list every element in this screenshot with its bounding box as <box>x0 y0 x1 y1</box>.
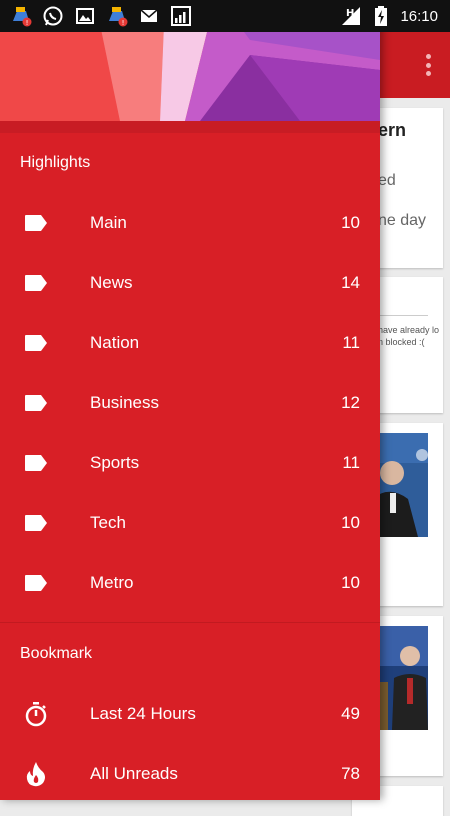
section-divider <box>0 622 380 623</box>
nav-item-count: 14 <box>341 273 360 292</box>
network-type-label: H <box>346 8 354 19</box>
label-icon <box>23 511 49 535</box>
status-bar: ! ! H 16:10 <box>0 0 450 32</box>
svg-text:!: ! <box>26 19 29 27</box>
nav-item-label: Sports <box>90 453 140 472</box>
label-icon <box>23 211 49 235</box>
navigation-drawer: Highlights Main 10 News 14 Nation 11 Bus… <box>0 0 380 800</box>
nav-item-all-unreads[interactable]: All Unreads 78 <box>0 744 380 804</box>
card-text: ed <box>378 172 396 189</box>
nav-item-main[interactable]: Main 10 <box>0 193 380 253</box>
nav-item-label: Nation <box>90 333 140 352</box>
label-icon <box>23 391 49 415</box>
header-edge <box>0 121 380 133</box>
card-title: ern <box>378 120 407 140</box>
news-photo <box>378 433 428 537</box>
nav-item-count: 78 <box>341 764 360 783</box>
label-icon <box>23 271 49 295</box>
nav-item-count: 10 <box>341 573 360 592</box>
nav-item-label: All Unreads <box>90 764 178 783</box>
whatsapp-icon <box>42 5 64 27</box>
cleaner-alert-icon: ! <box>106 5 128 27</box>
nav-item-count: 11 <box>342 333 360 352</box>
status-time: 16:10 <box>400 7 438 25</box>
nav-item-news[interactable]: News 14 <box>0 253 380 313</box>
card-text: have already lo <box>378 325 440 335</box>
nav-item-label: Last 24 Hours <box>90 704 196 723</box>
label-icon <box>23 331 49 355</box>
image-icon <box>74 5 96 27</box>
card-text: ne day <box>378 212 427 229</box>
section-title-highlights: Highlights <box>20 154 91 171</box>
nav-item-count: 11 <box>342 453 360 472</box>
nav-item-label: Tech <box>90 513 126 532</box>
signal-icon: H <box>340 5 362 27</box>
nav-item-label: Metro <box>90 573 134 592</box>
nav-item-business[interactable]: Business 12 <box>0 373 380 433</box>
nav-item-sports[interactable]: Sports 11 <box>0 433 380 493</box>
flame-icon <box>23 762 49 787</box>
nav-item-count: 12 <box>341 393 360 412</box>
signal-chart-icon <box>170 5 192 27</box>
label-icon <box>23 451 49 475</box>
battery-charging-icon <box>370 5 392 27</box>
nav-item-label: Main <box>90 213 127 232</box>
svg-text:!: ! <box>122 19 125 27</box>
stopwatch-icon <box>23 702 49 727</box>
section-title-bookmark: Bookmark <box>20 645 93 662</box>
overflow-menu-icon[interactable] <box>420 50 436 80</box>
nav-item-tech[interactable]: Tech 10 <box>0 493 380 553</box>
nav-item-metro[interactable]: Metro 10 <box>0 553 380 613</box>
email-icon <box>138 5 160 27</box>
nav-item-count: 10 <box>341 213 360 232</box>
news-photo <box>378 626 428 730</box>
nav-item-count: 10 <box>341 513 360 532</box>
label-icon <box>23 571 49 595</box>
nav-item-label: News <box>90 273 133 292</box>
nav-item-count: 49 <box>341 704 360 723</box>
divider <box>378 315 428 316</box>
nav-item-last-24-hours[interactable]: Last 24 Hours 49 <box>0 684 380 744</box>
nav-item-nation[interactable]: Nation 11 <box>0 313 380 373</box>
nav-item-label: Business <box>90 393 159 412</box>
card-text: n blocked :( <box>378 337 425 347</box>
cleaner-alert-icon: ! <box>10 5 32 27</box>
